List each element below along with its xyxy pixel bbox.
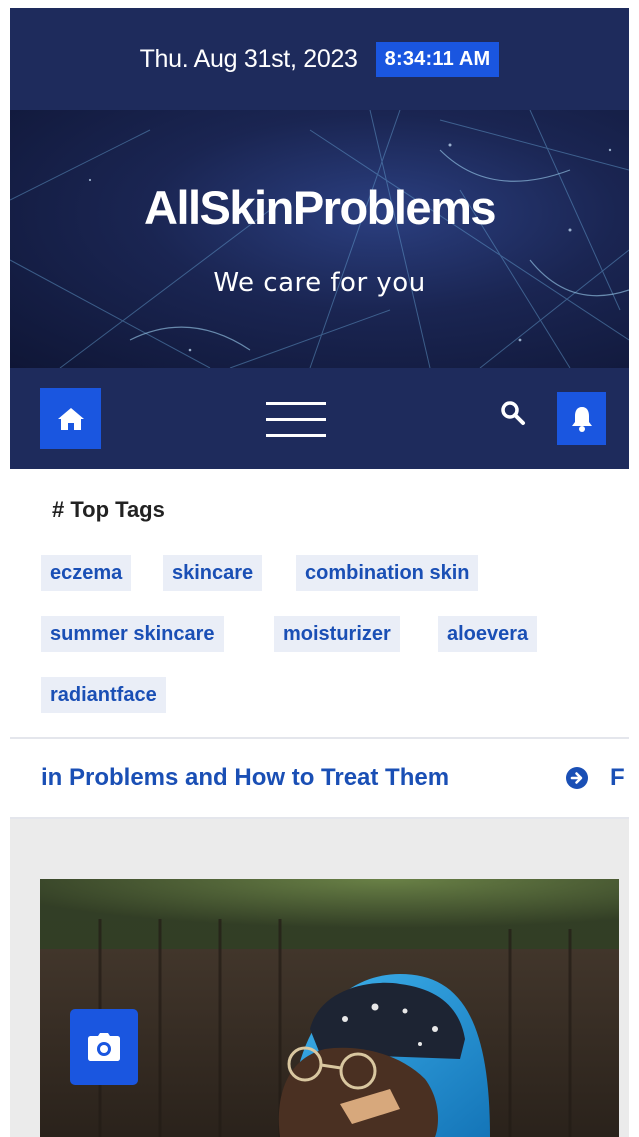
gallery-button[interactable]	[70, 1009, 138, 1085]
site-title[interactable]: AllSkinProblems	[10, 180, 629, 235]
camera-icon	[88, 1033, 120, 1061]
ticker-headline-link[interactable]: in Problems and How to Treat Them	[41, 764, 449, 792]
search-icon	[501, 401, 525, 425]
hamburger-line	[266, 402, 326, 405]
ticker-next-headline-link[interactable]: F	[610, 764, 625, 792]
tag-link[interactable]: aloevera	[438, 616, 538, 652]
circle-arrow-right-icon	[566, 767, 588, 789]
tag-link[interactable]: combination skin	[296, 555, 479, 591]
notification-button[interactable]	[557, 392, 606, 445]
featured-photo	[40, 879, 619, 1137]
featured-post-area	[10, 819, 629, 1137]
hamburger-line	[266, 434, 326, 437]
home-icon	[57, 407, 84, 430]
top-tags-section: # Top Tags eczema skincare combination s…	[10, 469, 629, 737]
banner-background-lines	[10, 110, 629, 368]
tag-link[interactable]: radiantface	[41, 677, 166, 713]
tag-link[interactable]: moisturizer	[274, 616, 400, 652]
tag-link[interactable]: skincare	[163, 555, 263, 591]
site-header-banner: AllSkinProblems We care for you	[10, 110, 629, 368]
page: Thu. Aug 31st, 2023 8:34:11 AM AllSkinPr…	[0, 0, 639, 1137]
main-navigation	[10, 368, 629, 469]
date-time-bar: Thu. Aug 31st, 2023 8:34:11 AM	[10, 8, 629, 110]
current-date: Thu. Aug 31st, 2023	[139, 44, 358, 73]
current-time: 8:34:11 AM	[375, 41, 500, 77]
tag-link[interactable]: summer skincare	[41, 616, 224, 652]
bell-icon	[571, 406, 592, 432]
search-button[interactable]	[498, 398, 528, 428]
featured-post-image[interactable]	[40, 879, 619, 1137]
home-button[interactable]	[40, 388, 101, 449]
hamburger-menu-button[interactable]	[266, 400, 326, 440]
hamburger-line	[266, 418, 326, 421]
tag-link[interactable]: eczema	[41, 555, 132, 591]
news-ticker: in Problems and How to Treat Them F	[10, 739, 629, 817]
site-tagline: We care for you	[213, 268, 426, 298]
top-tags-heading: # Top Tags	[52, 497, 165, 522]
